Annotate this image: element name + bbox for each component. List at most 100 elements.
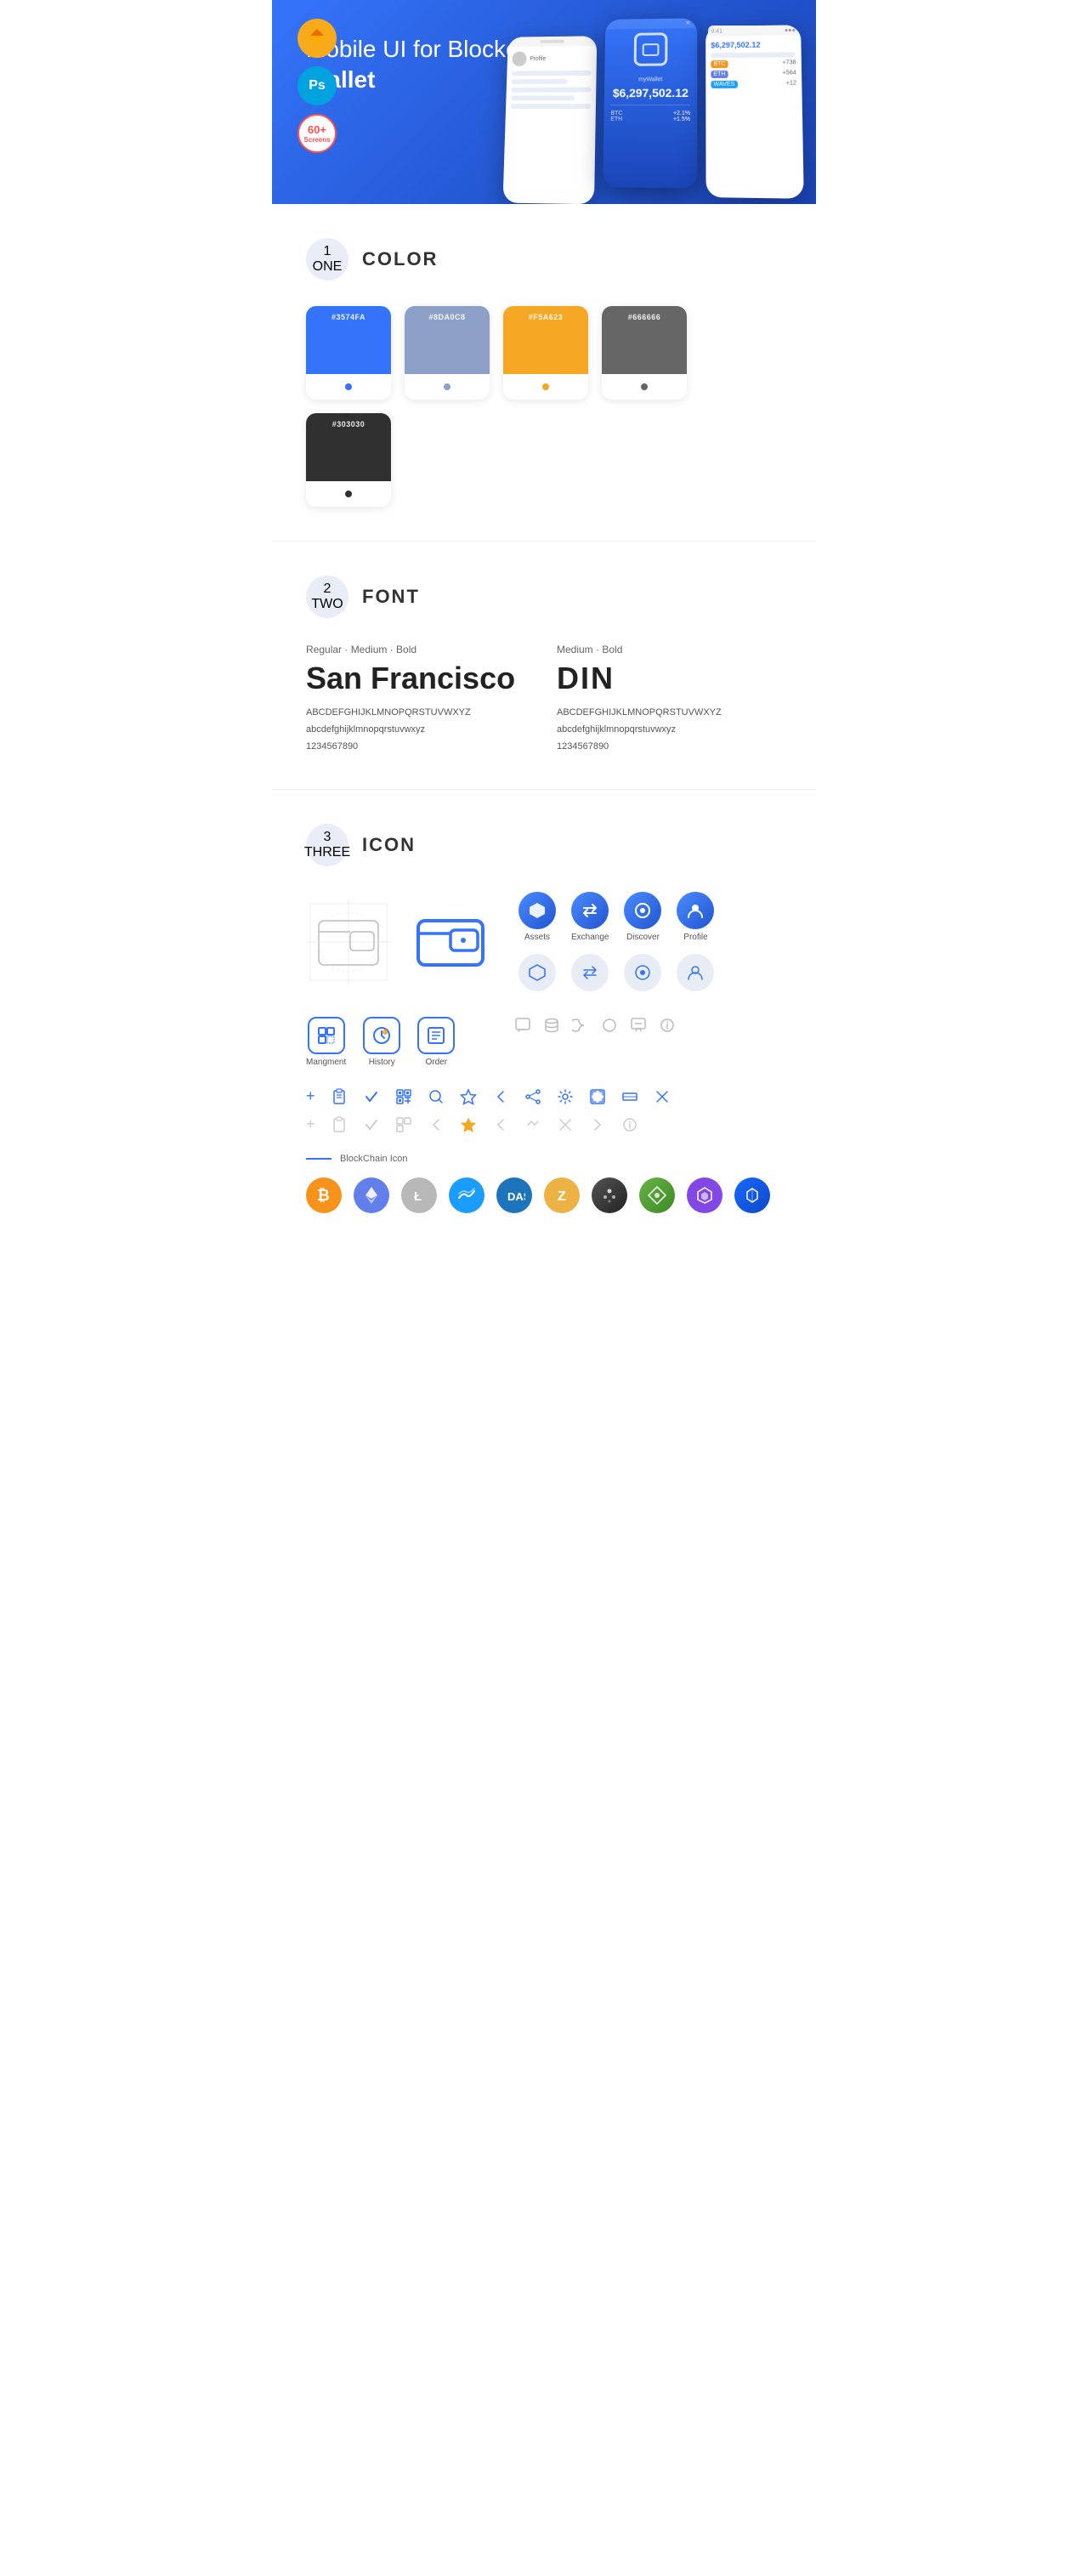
font-sf-name: San Francisco [306,661,531,696]
blockchain-divider: BlockChain Icon [306,1154,782,1164]
font-grid: Regular · Medium · Bold San Francisco AB… [306,644,782,755]
share-icon [524,1088,541,1105]
expand-icon [589,1088,606,1105]
plus-icon: + [306,1087,315,1105]
utility-icons-row-1 [514,1017,676,1034]
polygon-icon [687,1177,722,1213]
discover-ghost-icon [624,954,661,991]
swatch-grey: #666666 [602,306,687,400]
star-active-icon [460,1116,477,1133]
svg-text:₿: ₿ [317,1187,330,1204]
swatch-dark: #303030 [306,413,391,507]
hero-badges: Ps 60+ Screens [298,19,337,153]
chat-icon [514,1017,531,1034]
bottom-icon-row: Mangment ! History [306,1017,782,1067]
plus-grey-icon: + [306,1115,315,1133]
hero-section: Mobile UI for Blockchain Wallet UI Kit P… [272,0,816,204]
stack-icon [543,1017,560,1034]
font-title: FONT [362,586,420,608]
font-din-chars: ABCDEFGHIJKLMNOPQRSTUVWXYZ abcdefghijklm… [557,705,782,755]
color-title: COLOR [362,248,438,270]
crypto-icons-row: ₿ Ł DASH [306,1177,782,1213]
color-section-number: 1 ONE [306,238,348,281]
check-grey-icon [363,1116,380,1133]
icon-section-header: 3 THREE ICON [306,824,782,866]
litecoin-icon: Ł [401,1177,437,1213]
chevron-left-icon [492,1088,509,1105]
small-icons-row-1: + [306,1087,782,1105]
gear-icon [557,1088,574,1105]
star-icon [460,1088,477,1105]
clipboard-icon [331,1088,348,1105]
phone-mockup-3: 9:41 ●●● $6,297,502.12 BTC +738 ETH +564… [706,25,804,198]
font-din-name: DIN [557,661,782,696]
font-block-sf: Regular · Medium · Bold San Francisco AB… [306,644,531,755]
screens-badge: 60+ Screens [298,114,337,153]
swatch-grey-blue: #8DA0C8 [405,306,490,400]
arrows-grey-icon [524,1116,541,1133]
fantom-icon [734,1177,770,1213]
font-section: 2 TWO FONT Regular · Medium · Bold San F… [272,542,816,789]
icon-labeled-row-2 [518,954,714,991]
utility-icons-group [514,1017,676,1034]
small-icons-row-2: + [306,1115,782,1133]
iota-icon [592,1177,627,1213]
ps-badge: Ps [298,66,337,105]
font-sf-style: Regular · Medium · Bold [306,644,531,655]
profile-ghost-icon [677,954,714,991]
search-icon [428,1088,445,1105]
moon-icon [572,1017,589,1034]
qr-icon [395,1088,412,1105]
chevron-grey-icon [492,1116,509,1133]
order-icon: Order [417,1017,455,1067]
zcash-icon: Z [544,1177,580,1213]
assets-icon: Assets [518,892,556,942]
close-grey-icon [557,1116,574,1133]
swatch-orange: #F5A623 [503,306,588,400]
svg-text:DASH: DASH [507,1190,525,1203]
qr-grey-icon [395,1116,412,1133]
circle-icon [601,1017,618,1034]
discover-icon: Discover [624,892,661,942]
scan-icon [621,1088,638,1105]
icon-section: 3 THREE ICON [272,790,816,1247]
assets-ghost-icon [518,954,556,991]
phone-mockup-2: ✕ myWallet $6,297,502.12 BTC+2.1% ETH+1.… [603,18,697,188]
history-icon: ! History [363,1017,400,1067]
chat-bubble-icon [630,1017,647,1034]
phone-mockup-1: Profile [502,36,597,204]
nem-icon [639,1177,675,1213]
clipboard-grey-icon [331,1116,348,1133]
info-icon [659,1017,676,1034]
management-icon: Mangment [306,1017,346,1067]
svg-text:Ł: Ł [414,1189,422,1204]
waves-icon [449,1177,484,1213]
color-section: 1 ONE COLOR #3574FA #8DA0C8 #F5A623 [272,204,816,541]
profile-icon: Profile [677,892,714,942]
svg-text:Z: Z [558,1189,566,1204]
icon-section-number: 3 THREE [306,824,348,866]
info-grey-icon [621,1116,638,1133]
close-icon [654,1088,671,1105]
exchange-ghost-icon [571,954,609,991]
sketch-badge [298,19,337,58]
icon-title: ICON [362,834,416,856]
color-section-header: 1 ONE COLOR [306,238,782,281]
icon-labeled-row-1: Assets Exchange [518,892,714,942]
svg-text:!: ! [384,1030,385,1035]
forward-grey-icon [589,1116,606,1133]
wallet-wireframe-icon [306,899,391,984]
font-section-header: 2 TWO FONT [306,576,782,618]
ethereum-icon [354,1177,389,1213]
font-section-number: 2 TWO [306,576,348,618]
icon-main-row: Assets Exchange [306,892,782,991]
check-icon [363,1088,380,1105]
bitcoin-icon: ₿ [306,1177,342,1213]
dash-icon: DASH [496,1177,532,1213]
font-sf-uppercase: ABCDEFGHIJKLMNOPQRSTUVWXYZ abcdefghijklm… [306,705,531,755]
font-din-style: Medium · Bold [557,644,782,655]
wallet-solid-icon [408,899,493,984]
color-swatches: #3574FA #8DA0C8 #F5A623 #666666 [306,306,782,507]
swatch-blue: #3574FA [306,306,391,400]
phone-mockups: Profile ✕ myWallet $6,297,502.12 [502,16,804,204]
